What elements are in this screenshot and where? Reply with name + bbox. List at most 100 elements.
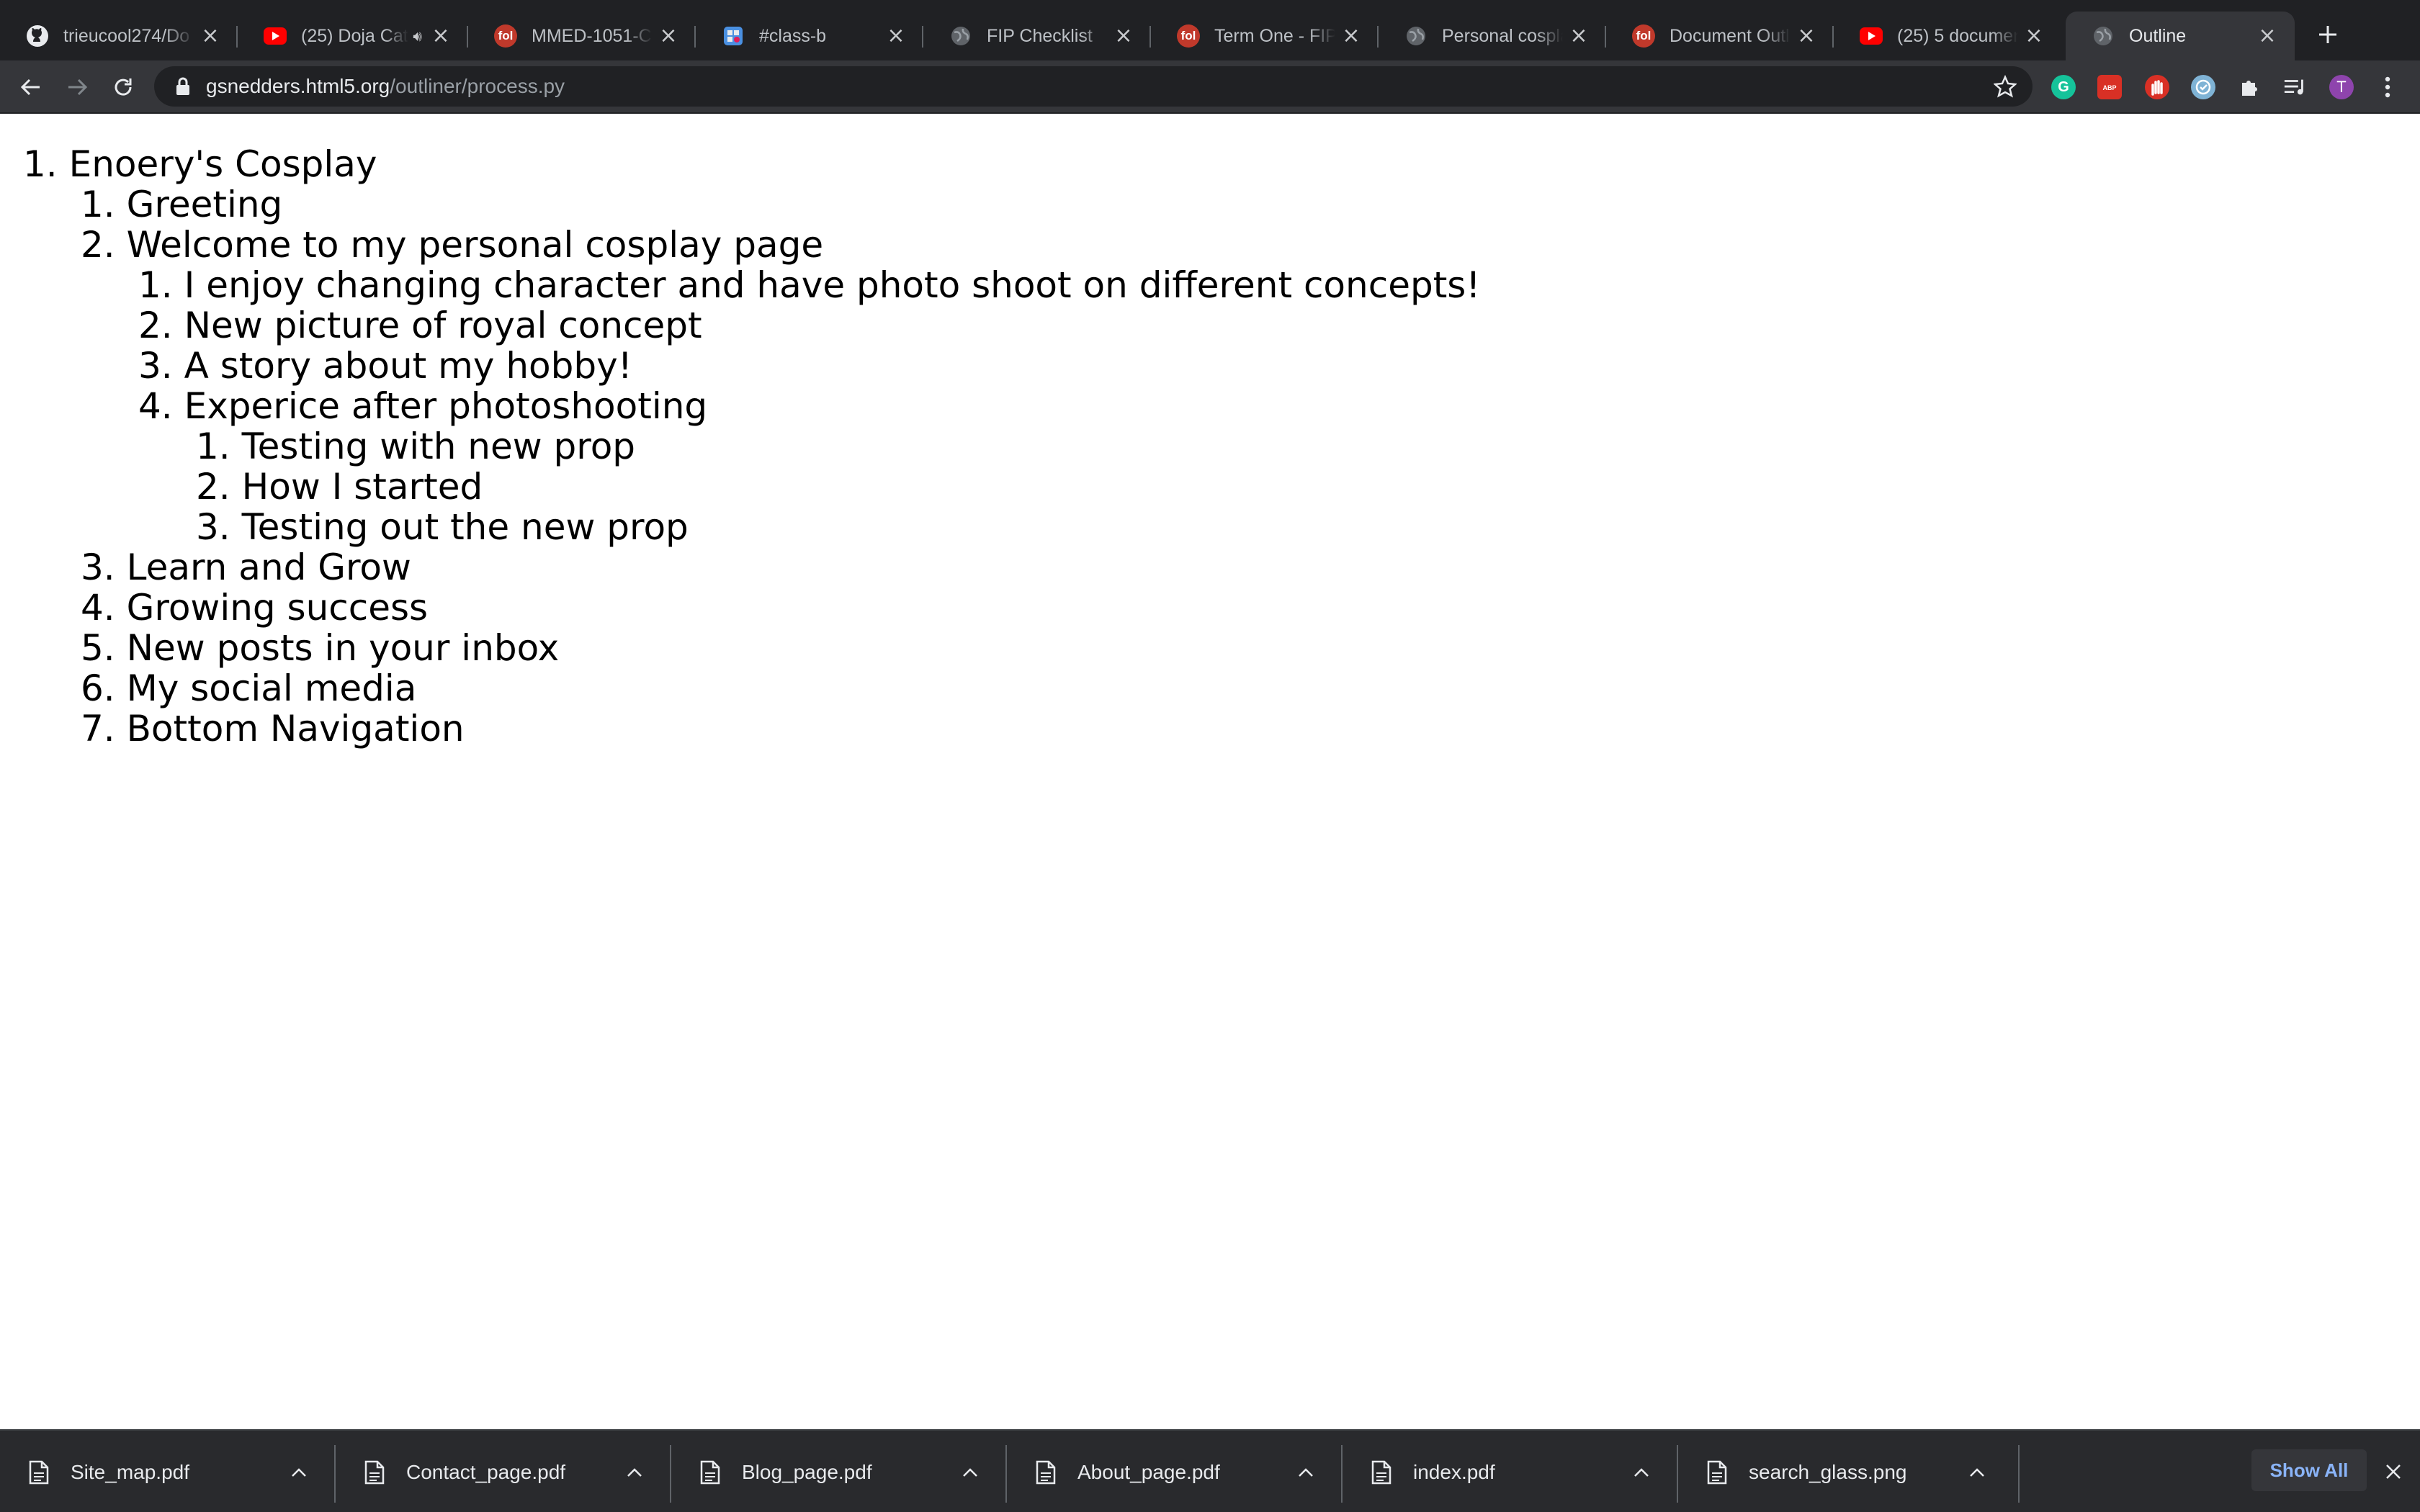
download-item[interactable]: Contact_page.pdf [336, 1431, 671, 1512]
svg-text:ABP: ABP [2102, 84, 2116, 91]
tab-term-one[interactable]: fol Term One - FIP × [1151, 12, 1379, 60]
download-item[interactable]: search_glass.png [1678, 1431, 2020, 1512]
close-icon[interactable]: × [431, 25, 451, 47]
download-filename: Contact_page.pdf [406, 1460, 566, 1483]
extension-badge-icon[interactable] [2191, 75, 2215, 99]
outline-number: 3. [196, 506, 230, 548]
outline-row: 3. Learn and Grow [0, 547, 1480, 588]
profile-avatar[interactable]: T [2329, 75, 2354, 99]
outline-number: 1. [23, 143, 58, 185]
url-host: gsnedders.html5.org [206, 75, 390, 97]
close-icon[interactable]: × [2257, 25, 2277, 47]
download-item[interactable]: Site_map.pdf [0, 1431, 336, 1512]
arrow-right-icon [68, 78, 88, 96]
adblock-icon[interactable]: ABP [2097, 75, 2122, 99]
download-filename: Blog_page.pdf [742, 1460, 872, 1483]
download-item[interactable]: index.pdf [1343, 1431, 1678, 1512]
chevron-up-icon[interactable] [287, 1460, 311, 1485]
outline-item: 6. My social media [0, 668, 1480, 708]
outline-item: 3. A story about my hobby! [0, 346, 1480, 386]
tab-title: MMED-1051-Cou [532, 25, 653, 46]
outline-number: 1. [196, 426, 230, 467]
tab-github[interactable]: trieucool274/Do × [0, 12, 238, 60]
tab-fip-checklist[interactable]: FIP Checklist × [923, 12, 1151, 60]
tab-youtube-doja[interactable]: (25) Doja Cat 🔊︎ × [238, 12, 468, 60]
reload-button[interactable] [107, 71, 140, 104]
close-icon[interactable]: × [1113, 25, 1134, 47]
outline-item: 4. Growing success [0, 588, 1480, 628]
close-icon[interactable]: × [200, 25, 220, 47]
outline-heading: New posts in your inbox [126, 627, 560, 669]
chevron-up-icon[interactable] [1965, 1460, 1989, 1485]
outline-row: 2. Welcome to my personal cosplay page [0, 225, 1480, 265]
file-icon [1371, 1460, 1392, 1484]
outline-row: 1. Enoery's Cosplay [0, 144, 1480, 184]
outline-row: 1. I enjoy changing character and have p… [0, 265, 1480, 305]
chevron-up-icon[interactable] [1629, 1460, 1654, 1485]
outline-number: 2. [81, 224, 115, 266]
tab-personal-cosplay[interactable]: Personal cosplay × [1379, 12, 1606, 60]
outline-heading: A story about my hobby! [184, 345, 632, 387]
close-icon[interactable]: × [1796, 25, 1816, 47]
close-icon[interactable]: × [658, 25, 678, 47]
stop-hand-icon[interactable] [2145, 75, 2169, 99]
outline-number: 4. [81, 587, 115, 629]
back-button[interactable] [14, 71, 48, 104]
tab-title: (25) Doja Cat [301, 25, 408, 46]
github-icon [26, 24, 49, 48]
outline-row: 1. Greeting [0, 184, 1480, 225]
close-icon[interactable]: × [1341, 25, 1361, 47]
tab-youtube-5-documents[interactable]: (25) 5 document × [1834, 12, 2061, 60]
tab-outline[interactable]: Outline × [2066, 12, 2295, 60]
outline-number: 4. [138, 385, 173, 427]
new-tab-button[interactable] [2311, 17, 2345, 52]
lock-icon [176, 77, 189, 95]
grammarly-icon[interactable]: G [2051, 75, 2076, 99]
outline-heading: I enjoy changing character and have phot… [184, 264, 1481, 306]
youtube-icon [264, 24, 287, 48]
outline-number: 7. [81, 708, 115, 750]
download-filename: search_glass.png [1749, 1460, 1907, 1483]
forward-button[interactable] [60, 71, 94, 104]
url-text: gsnedders.html5.org/outliner/process.py [206, 75, 565, 98]
close-shelf-button[interactable] [2381, 1459, 2406, 1484]
close-icon[interactable]: × [886, 25, 906, 47]
outline-row: 1. Testing with new prop [0, 426, 1480, 467]
download-item[interactable]: About_page.pdf [1007, 1431, 1343, 1512]
download-filename: About_page.pdf [1077, 1460, 1220, 1483]
outline-item: 4. Experice after photoshooting 1. Testi… [0, 386, 1480, 547]
menu-kebab-icon[interactable] [2375, 75, 2400, 99]
show-all-button[interactable]: Show All [2251, 1449, 2367, 1491]
outline-row: 4. Growing success [0, 588, 1480, 628]
reload-icon [115, 78, 132, 96]
tab-class-b[interactable]: #class-b × [696, 12, 923, 60]
tab-title: Outline [2129, 25, 2187, 46]
download-item[interactable]: Blog_page.pdf [671, 1431, 1007, 1512]
speaker-icon[interactable]: 🔊︎ [413, 27, 422, 45]
file-icon [700, 1460, 720, 1484]
chevron-up-icon[interactable] [958, 1460, 982, 1485]
outline-heading: Bottom Navigation [126, 708, 465, 750]
tab-title: trieucool274/Do [63, 25, 190, 46]
outline-number: 5. [81, 627, 115, 669]
file-icon [1707, 1460, 1727, 1484]
outline-heading: Testing out the new prop [241, 506, 689, 548]
arrow-left-icon [20, 78, 40, 96]
media-queue-icon[interactable] [2283, 75, 2308, 99]
chevron-up-icon[interactable] [1294, 1460, 1318, 1485]
extensions-puzzle-icon[interactable] [2237, 75, 2262, 99]
outline-number: 6. [81, 667, 115, 709]
outline-row: 2. How I started [0, 467, 1480, 507]
outline-level-4: 1. Testing with new prop 2. How I starte… [0, 426, 1480, 547]
outline-row: 7. Bottom Navigation [0, 708, 1480, 749]
tab-document-outline[interactable]: fol Document Outlin × [1606, 12, 1834, 60]
address-bar[interactable]: gsnedders.html5.org/outliner/process.py [154, 66, 2033, 107]
tab-mmed[interactable]: fol MMED-1051-Cou × [468, 12, 696, 60]
close-icon[interactable]: × [2024, 25, 2044, 47]
close-icon [2386, 1464, 2401, 1479]
chevron-up-icon[interactable] [622, 1460, 647, 1485]
tab-title: FIP Checklist [987, 25, 1093, 46]
close-icon[interactable]: × [1569, 25, 1589, 47]
outline-number: 1. [81, 184, 115, 225]
bookmark-star-icon[interactable] [1994, 75, 2017, 98]
